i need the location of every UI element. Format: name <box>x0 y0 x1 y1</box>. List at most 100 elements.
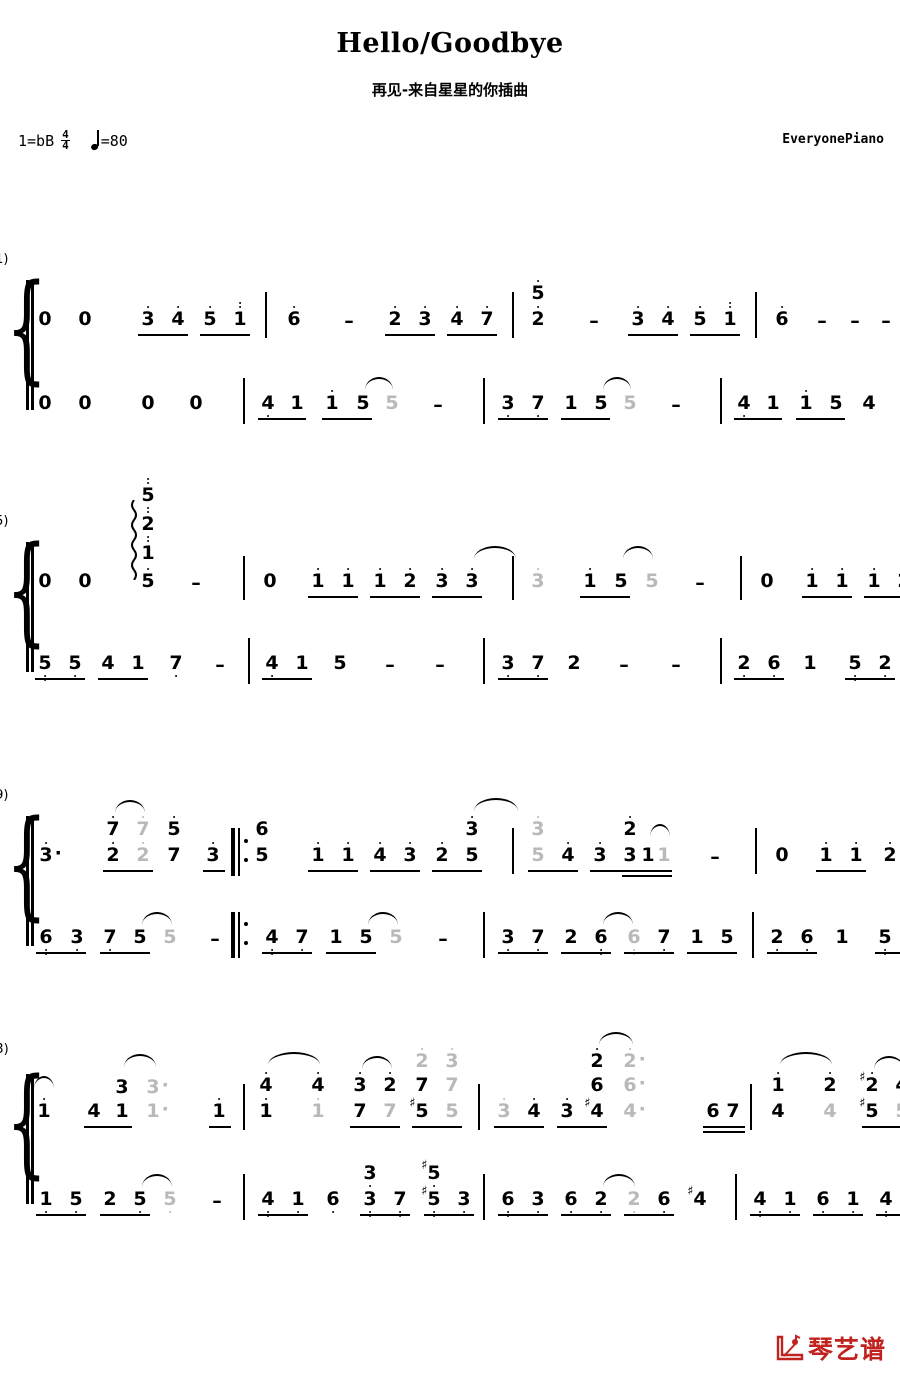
note: 2 · <box>623 1047 646 1072</box>
time-denominator: 4 <box>62 139 69 153</box>
tie <box>368 912 398 925</box>
note: 3 <box>141 305 155 329</box>
note: 6 <box>326 1190 340 1214</box>
note: 5 <box>141 567 155 591</box>
note: 1 <box>771 1071 785 1095</box>
note: 3 <box>465 815 479 839</box>
note: 5 ♯ <box>859 1096 879 1122</box>
beam <box>370 870 420 872</box>
note: 1 <box>583 567 597 591</box>
note: 2 <box>141 506 155 534</box>
barline <box>512 556 515 600</box>
note: 5 <box>895 1102 900 1121</box>
note: 1 <box>803 652 817 674</box>
note: 2 <box>103 1188 117 1210</box>
note: 2 <box>590 1047 604 1071</box>
duration-dash: – <box>215 654 225 676</box>
note: 1 <box>341 841 355 865</box>
duration-dash: – <box>671 394 681 416</box>
beam <box>412 1126 462 1128</box>
note: 2 <box>878 654 892 678</box>
note: 7 <box>531 928 545 952</box>
note: 6 <box>767 654 781 678</box>
beam <box>498 1214 548 1216</box>
note: 2 <box>564 926 578 948</box>
note: 1 <box>341 567 355 591</box>
note: 5 <box>163 926 177 948</box>
bass-staff-row-2: 5 5 4 1 7 – 4 1 5 – – 3 7 2 – – 2 6 1 5 … <box>0 638 900 704</box>
site-logo[interactable]: 琴艺谱 <box>775 1330 886 1366</box>
beam <box>802 596 852 598</box>
note: 1 <box>131 652 145 674</box>
note: 0 <box>38 392 52 414</box>
note: 5 <box>693 305 707 329</box>
note: 3 <box>531 1190 545 1214</box>
note: 4 <box>895 1076 900 1095</box>
note: 7 <box>167 844 181 866</box>
tie <box>599 1032 633 1045</box>
note: 3 <box>501 654 515 678</box>
note: 3 <box>115 1076 129 1098</box>
duration-dash: – <box>710 846 720 868</box>
note: 3 <box>623 844 637 866</box>
note: 2 <box>594 1190 608 1214</box>
note: 4 <box>261 394 275 418</box>
staff-system-1: (1) { 0 0 3 4 5 1 6 – 2 3 4 7 5 2 <box>0 252 900 430</box>
melody-staff-row-2: 0 0 5 2 1 5 – 0 1 1 1 2 3 3 3 1 5 5 – 0 … <box>0 477 900 612</box>
note: 1 <box>783 1190 797 1214</box>
beam <box>322 418 372 420</box>
note: 7 <box>353 1100 367 1122</box>
beam <box>628 334 678 336</box>
beam <box>432 596 482 598</box>
barline <box>735 1174 738 1220</box>
duration-dash: – <box>191 572 201 594</box>
note: 5 <box>133 926 147 948</box>
note: 3 <box>206 841 220 865</box>
beam <box>734 418 782 420</box>
page-subtitle: 再见-来自星星的你插曲 <box>371 81 529 99</box>
beam <box>528 870 578 872</box>
note: 1 <box>329 926 343 948</box>
melody-staff-row-3: 3 · 7 2 7 2 5 7 3 6 5 1 1 4 3 2 3 5 3 5 … <box>0 798 900 886</box>
note: 1 <box>641 844 655 866</box>
tie <box>268 1052 320 1065</box>
note: 2 <box>106 841 120 865</box>
note: 1 <box>867 567 881 591</box>
note: 7 <box>295 928 309 952</box>
beam <box>258 1214 308 1216</box>
duration-dash: – <box>817 310 827 332</box>
barline <box>750 1084 753 1130</box>
barline <box>720 638 723 684</box>
note: 3 <box>353 1071 367 1095</box>
duration-dash: – <box>344 310 354 332</box>
tie <box>650 824 670 837</box>
note: 2 <box>737 654 751 678</box>
note: 6 <box>800 928 814 952</box>
staff-system-3: (9) { 3· 7 2 7 2 5 7 3 6 5 <box>0 788 900 980</box>
note: 4 <box>823 1100 837 1122</box>
barline <box>243 1084 246 1130</box>
note: 3 <box>501 928 515 952</box>
note: 5 <box>445 1100 459 1122</box>
tie <box>142 912 172 925</box>
beam <box>796 418 845 420</box>
beam <box>209 1126 231 1128</box>
barline <box>483 1174 486 1220</box>
barline <box>483 638 486 684</box>
note: 5 <box>356 392 370 414</box>
beam <box>84 1126 132 1128</box>
sheet-music-page: Hello/Goodbye 再见-来自星星的你插曲 1=bB 4 4 =80 E… <box>0 28 900 1380</box>
tempo-value: =80 <box>100 131 128 150</box>
note: 1 <box>373 567 387 591</box>
note: 5 ♯ <box>421 1185 441 1218</box>
duration-dash: – <box>210 928 220 950</box>
note: 7 <box>383 1100 397 1122</box>
note: 6 <box>775 305 789 329</box>
beam <box>360 1214 410 1216</box>
note: 1 <box>805 567 819 591</box>
note: 2 <box>823 1071 837 1095</box>
note: 4 <box>753 1190 767 1218</box>
note: 2 <box>770 928 784 952</box>
note: 4 <box>265 928 279 956</box>
note: 7 <box>531 394 545 418</box>
